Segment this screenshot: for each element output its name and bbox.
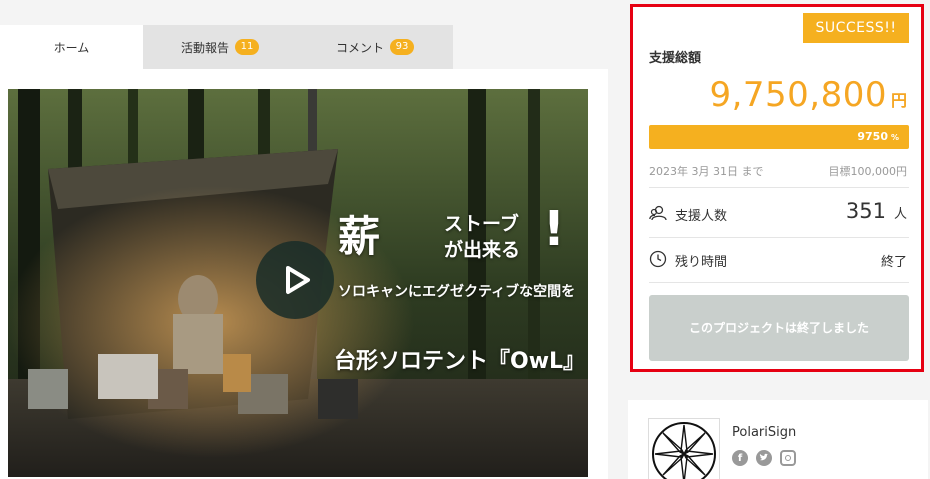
facebook-icon[interactable]: f	[732, 450, 748, 466]
instagram-icon[interactable]	[780, 450, 796, 466]
project-tabs: ホーム 活動報告 11 コメント 93	[0, 25, 453, 69]
time-remaining-value: 終了	[880, 255, 907, 270]
play-icon	[286, 266, 310, 294]
tab-comments-label: コメント	[335, 40, 384, 55]
main-content: 薪 ストーブ が出来る ! ソロキャンにエグゼクティブな空間を 台形ソロテント『…	[0, 69, 608, 479]
tab-home[interactable]: ホーム	[0, 25, 143, 69]
comments-count-badge: 93	[390, 39, 414, 55]
supporters-value: 351 人	[846, 199, 907, 223]
owner-card: PolariSign f	[628, 400, 928, 479]
owner-social-links: f	[732, 450, 796, 466]
tab-comments[interactable]: コメント 93	[297, 25, 453, 69]
progress-bar: 9750%	[649, 125, 909, 149]
video-title: 台形ソロテント『OwL』	[334, 349, 586, 374]
amount-value: 9,750,800	[709, 75, 887, 115]
divider	[649, 187, 909, 188]
supporters-label: 支援人数	[675, 209, 728, 224]
project-page: ホーム 活動報告 11 コメント 93 薪 ストーブ が出来る ! ソロキャンに…	[0, 0, 930, 479]
supporters-count: 351	[845, 199, 886, 223]
tab-home-label: ホーム	[53, 40, 90, 55]
funding-summary-card: SUCCESS!! 支援総額 9,750,800 円 9750% 2023年 3月…	[630, 4, 924, 372]
headline-stove: ストーブ が出来る	[444, 211, 520, 263]
headline-stove-line2: が出来る	[444, 239, 521, 261]
people-icon	[649, 205, 667, 221]
owner-avatar[interactable]	[648, 418, 720, 479]
project-video[interactable]: 薪 ストーブ が出来る ! ソロキャンにエグゼクティブな空間を 台形ソロテント『…	[8, 89, 588, 477]
video-subline: ソロキャンにエグゼクティブな空間を	[338, 284, 576, 300]
play-button[interactable]	[256, 241, 334, 319]
tab-activity-reports[interactable]: 活動報告 11	[143, 25, 297, 69]
project-ended-button[interactable]: このプロジェクトは終了しました	[649, 295, 909, 361]
owner-name[interactable]: PolariSign	[732, 425, 796, 440]
headline-exclaim: !	[543, 201, 565, 257]
progress-unit: %	[890, 133, 899, 142]
time-remaining-label: 残り時間	[675, 255, 728, 270]
divider	[649, 237, 909, 238]
headline-kanji: 薪	[338, 212, 383, 261]
progress-value: 9750	[857, 130, 888, 143]
divider	[649, 282, 909, 283]
activity-count-badge: 11	[235, 39, 259, 55]
amount-unit: 円	[890, 91, 907, 110]
twitter-icon[interactable]	[756, 450, 772, 466]
total-amount: 9,750,800 円	[709, 75, 907, 115]
total-support-label: 支援総額	[649, 51, 702, 66]
polarisign-logo-icon	[652, 422, 716, 479]
success-badge: SUCCESS!!	[803, 13, 909, 43]
clock-icon	[649, 250, 667, 268]
deadline-text: 2023年 3月 31日 まで	[649, 165, 764, 178]
tab-activity-label: 活動報告	[180, 40, 229, 55]
headline-stove-line1: ストーブ	[444, 213, 519, 235]
supporters-unit: 人	[893, 207, 907, 222]
target-amount: 目標100,000円	[828, 165, 908, 178]
